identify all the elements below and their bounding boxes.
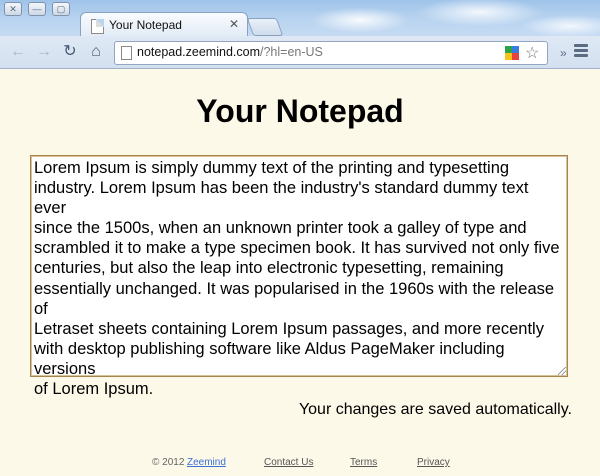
new-tab-button[interactable] [246, 18, 284, 36]
page-favicon-icon [91, 19, 104, 34]
browser-tab[interactable]: Your Notepad ✕ [80, 12, 248, 36]
menu-icon[interactable] [574, 44, 588, 58]
footer-terms-link[interactable]: Terms [350, 457, 377, 468]
browser-titlebar: ✕ — ▢ Your Notepad ✕ [0, 0, 600, 36]
back-icon[interactable]: ← [8, 42, 28, 62]
page-title: Your Notepad [196, 93, 404, 129]
titlebar-background [300, 0, 600, 36]
address-bar[interactable]: notepad.zeemind.com/?hl=en-US ☆ [114, 41, 548, 65]
extension-icon[interactable] [505, 46, 519, 60]
home-icon[interactable]: ⌂ [86, 42, 106, 62]
autosave-message: Your changes are saved automatically. [298, 401, 572, 418]
footer-copyright: © 2012 [152, 457, 185, 468]
forward-icon[interactable]: → [34, 42, 54, 62]
window-minimize-button[interactable]: — [28, 2, 46, 16]
tab-close-icon[interactable]: ✕ [229, 17, 239, 31]
window-close-button[interactable]: ✕ [4, 2, 22, 16]
browser-toolbar: ← → ↻ ⌂ notepad.zeemind.com/?hl=en-US ☆ … [0, 36, 600, 69]
extensions-overflow-icon[interactable]: » [560, 46, 567, 60]
notepad-textarea[interactable]: Lorem Ipsum is simply dummy text of the … [30, 155, 568, 398]
footer-privacy-link[interactable]: Privacy [417, 457, 450, 468]
footer-brand-link[interactable]: Zeemind [187, 457, 226, 468]
resize-handle-icon[interactable] [558, 367, 566, 375]
url-text[interactable]: notepad.zeemind.com/?hl=en-US [137, 45, 323, 59]
bookmark-star-icon[interactable]: ☆ [525, 43, 539, 63]
url-path: /?hl=en-US [260, 45, 323, 59]
tab-title: Your Notepad [109, 18, 182, 32]
page-content: Your Notepad Lorem Ipsum is simply dummy… [0, 69, 600, 476]
notepad-text[interactable]: Lorem Ipsum is simply dummy text of the … [34, 158, 564, 399]
reload-icon[interactable]: ↻ [60, 42, 80, 62]
footer-contact-link[interactable]: Contact Us [264, 457, 313, 468]
window-maximize-button[interactable]: ▢ [52, 2, 70, 16]
page-icon [121, 46, 132, 60]
url-host: notepad.zeemind.com [137, 45, 260, 59]
